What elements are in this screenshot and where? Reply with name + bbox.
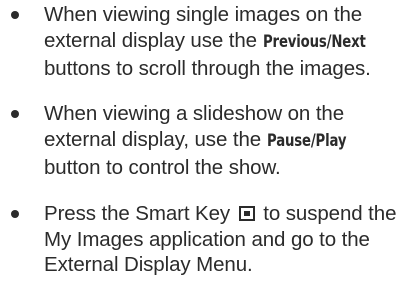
list-item: When viewing a slideshow on the external… xyxy=(0,101,408,180)
button-name-text: Pause/Play xyxy=(266,131,347,152)
bullet-icon xyxy=(11,11,19,19)
smart-key-icon xyxy=(238,205,255,221)
button-name-text: Previous/Next xyxy=(262,31,366,52)
item-text: button to control the show. xyxy=(44,155,281,179)
instruction-list: When viewing single images on the extern… xyxy=(0,2,408,278)
bullet-icon xyxy=(11,110,19,119)
list-item: When viewing single images on the extern… xyxy=(0,2,408,81)
item-text: buttons to scroll through the images. xyxy=(44,56,371,80)
list-item: Press the Smart Key to suspend the My Im… xyxy=(0,201,408,278)
bullet-icon xyxy=(11,209,19,218)
item-text: Press the Smart Key xyxy=(44,201,236,225)
